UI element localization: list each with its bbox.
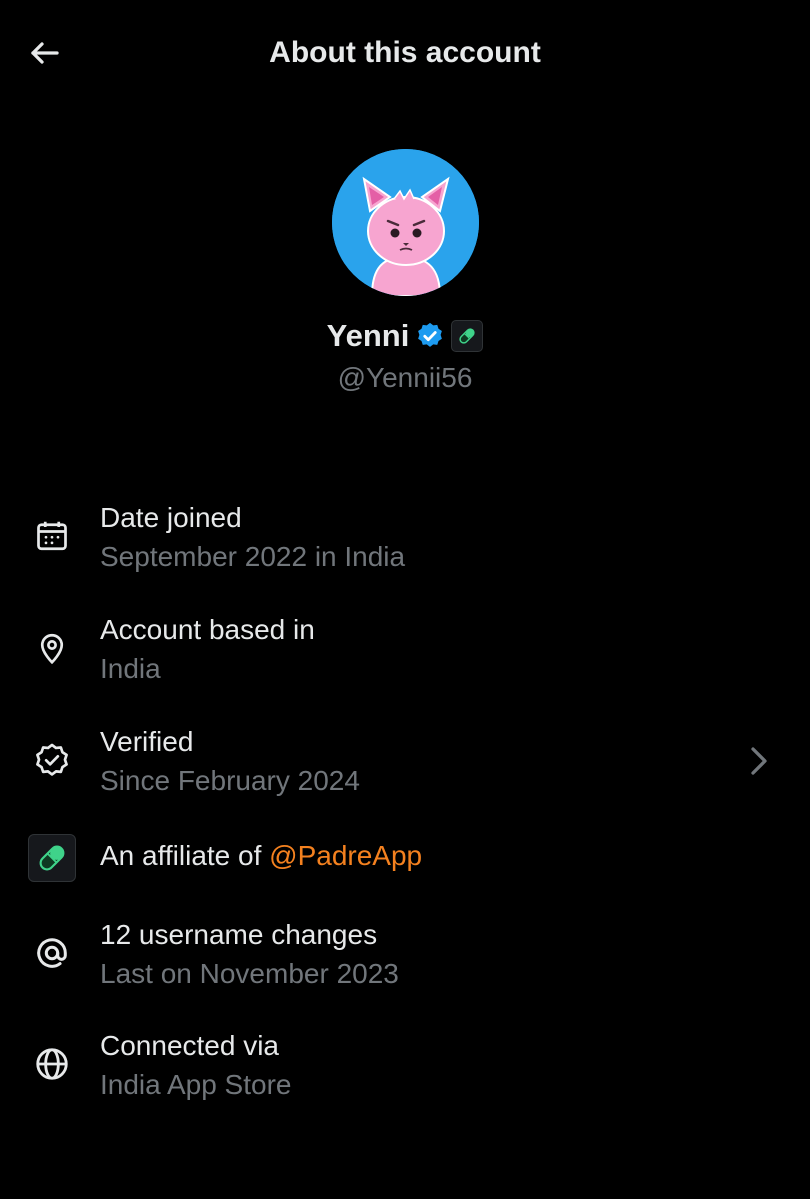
affiliate-icon-box <box>28 834 76 882</box>
location-pin-icon <box>40 633 64 665</box>
chevron-right-icon <box>751 747 767 775</box>
username-changes-item: 12 username changes Last on November 202… <box>0 915 810 1015</box>
date-joined-item: Date joined September 2022 in India <box>0 498 810 598</box>
pill-affiliate-icon <box>39 845 65 871</box>
profile-handle: @Yennii56 <box>337 362 473 393</box>
verified-title: Verified <box>100 726 194 757</box>
account-based-in-title: Account based in <box>100 614 315 645</box>
connected-via-value: India App Store <box>100 1069 292 1100</box>
at-sign-icon <box>37 938 67 968</box>
verified-badge-icon <box>36 743 68 776</box>
globe-icon-wrap <box>28 1040 76 1088</box>
blue-verified-check-icon <box>418 322 443 347</box>
profile-name-row: Yenni <box>0 318 810 354</box>
page-title: About this account <box>269 36 541 69</box>
verified-item[interactable]: Verified Since February 2024 <box>0 722 810 822</box>
affiliate-icon-wrap <box>28 834 76 882</box>
verified-chevron[interactable] <box>746 741 772 781</box>
globe-icon <box>36 1048 68 1080</box>
account-based-in-value: India <box>100 653 161 684</box>
pink-cat-avatar <box>332 149 479 296</box>
pill-affiliate-badge-icon <box>459 328 475 344</box>
affiliate-badge[interactable] <box>451 320 484 352</box>
date-joined-value: September 2022 in India <box>100 541 406 572</box>
connected-via-item: Connected via India App Store <box>0 1026 810 1126</box>
top-bar: About this account <box>0 0 810 108</box>
at-icon-wrap <box>28 929 76 977</box>
calendar-icon <box>37 521 67 551</box>
affiliate-prefix: An affiliate of <box>100 840 270 871</box>
username-changes-title: 12 username changes <box>100 919 378 950</box>
date-joined-title: Date joined <box>100 502 242 533</box>
location-icon-wrap <box>28 624 76 672</box>
avatar[interactable] <box>332 149 479 296</box>
account-based-in-item: Account based in India <box>0 610 810 710</box>
date-joined-icon-wrap <box>28 512 76 560</box>
profile-name: Yenni <box>326 318 410 353</box>
connected-via-title: Connected via <box>100 1030 280 1061</box>
verified-value: Since February 2024 <box>100 765 360 796</box>
verified-icon-wrap <box>28 736 76 784</box>
padreapp-mention-link[interactable]: @PadreApp <box>269 840 422 871</box>
affiliate-title: An affiliate of @PadreApp <box>100 840 422 872</box>
username-changes-value: Last on November 2023 <box>100 958 399 989</box>
